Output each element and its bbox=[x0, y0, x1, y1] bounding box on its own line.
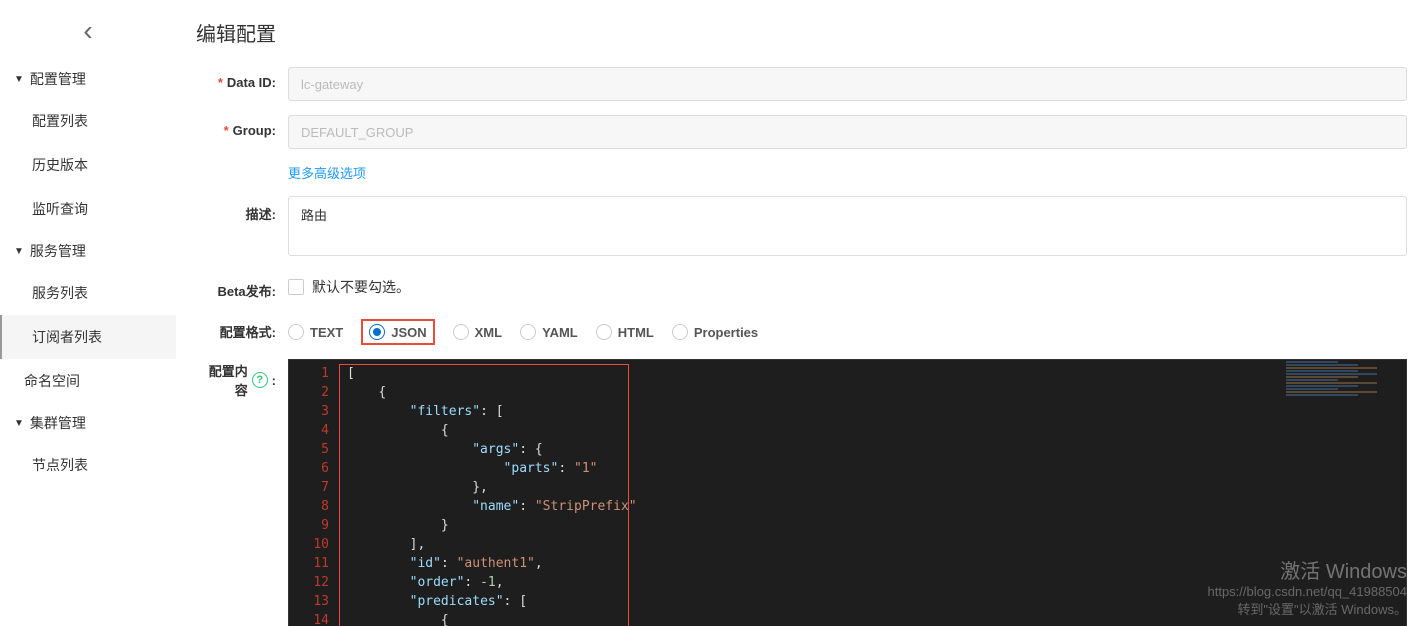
radio-properties[interactable]: Properties bbox=[672, 324, 758, 340]
help-icon[interactable]: ? bbox=[252, 372, 268, 388]
label-data-id: *Data ID: bbox=[196, 67, 276, 90]
radio-html[interactable]: HTML bbox=[596, 324, 654, 340]
input-group[interactable] bbox=[288, 115, 1407, 149]
radio-yaml[interactable]: YAML bbox=[520, 324, 578, 340]
caret-down-icon: ▼ bbox=[14, 418, 24, 429]
input-data-id[interactable] bbox=[288, 67, 1407, 101]
nav-group-config[interactable]: ▼配置管理 bbox=[0, 59, 176, 99]
code-editor[interactable]: 123456789101112131415 [ { "filters": [ {… bbox=[288, 359, 1407, 626]
editor-minimap[interactable] bbox=[1276, 360, 1406, 410]
nav-item-node-list[interactable]: 节点列表 bbox=[0, 443, 176, 487]
caret-down-icon: ▼ bbox=[14, 246, 24, 257]
nav-item-config-list[interactable]: 配置列表 bbox=[0, 99, 176, 143]
sidebar: ‹ ▼配置管理 配置列表 历史版本 监听查询 ▼服务管理 服务列表 订阅者列表 … bbox=[0, 0, 176, 626]
page-title: 编辑配置 bbox=[196, 18, 1407, 47]
back-icon[interactable]: ‹ bbox=[0, 10, 176, 59]
editor-code[interactable]: [ { "filters": [ { "args": { "parts": "1… bbox=[339, 360, 1406, 626]
beta-hint: 默认不要勾选。 bbox=[312, 277, 410, 297]
label-group: *Group: bbox=[196, 115, 276, 138]
radio-xml[interactable]: XML bbox=[453, 324, 502, 340]
radio-text[interactable]: TEXT bbox=[288, 324, 343, 340]
nav-item-listen[interactable]: 监听查询 bbox=[0, 187, 176, 231]
caret-down-icon: ▼ bbox=[14, 74, 24, 85]
nav-item-namespace[interactable]: 命名空间 bbox=[0, 359, 176, 403]
textarea-desc[interactable]: 路由 bbox=[288, 196, 1407, 256]
nav-item-subscriber[interactable]: 订阅者列表 bbox=[0, 315, 176, 359]
main-content: 编辑配置 *Data ID: *Group: 更多高级选项 描述: 路由 Bet… bbox=[176, 0, 1423, 626]
nav-group-cluster[interactable]: ▼集群管理 bbox=[0, 403, 176, 443]
checkbox-beta[interactable] bbox=[288, 279, 304, 295]
editor-gutter: 123456789101112131415 bbox=[289, 360, 339, 626]
link-more-options[interactable]: 更多高级选项 bbox=[288, 166, 366, 181]
radio-json[interactable]: JSON bbox=[361, 319, 434, 345]
label-content: 配置内容 ? : bbox=[196, 359, 276, 399]
label-desc: 描述: bbox=[196, 196, 276, 223]
nav-group-service[interactable]: ▼服务管理 bbox=[0, 231, 176, 271]
label-format: 配置格式: bbox=[196, 314, 276, 341]
label-beta: Beta发布: bbox=[196, 273, 276, 300]
nav-item-history[interactable]: 历史版本 bbox=[0, 143, 176, 187]
nav-item-service-list[interactable]: 服务列表 bbox=[0, 271, 176, 315]
